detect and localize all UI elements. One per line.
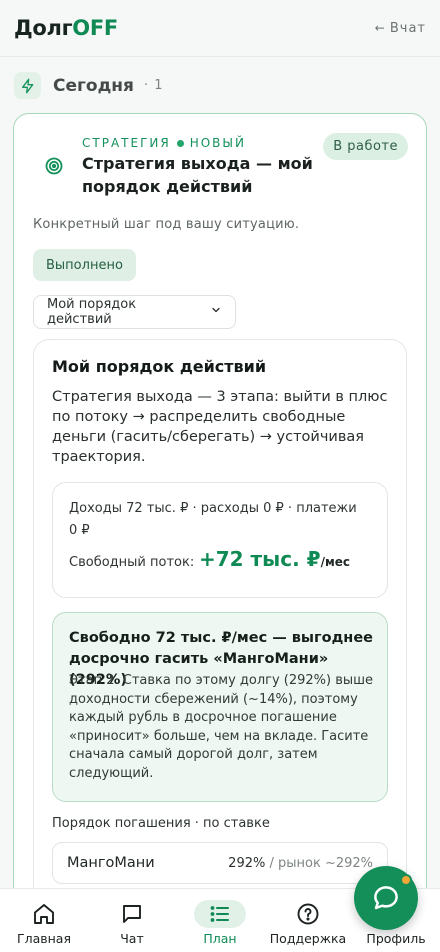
flow-summary-text: Доходы 72 тыс. ₽ · расходы 0 ₽ · платежи… — [69, 501, 357, 538]
market-rate: / рынок ~292% — [265, 855, 373, 871]
debt-row[interactable]: МангоМани 292% / рынок ~292% — [52, 842, 388, 884]
status-badge: В работе — [323, 133, 408, 160]
free-flow-amount: +72 тыс. ₽ — [199, 547, 321, 571]
chat-bubble-icon — [374, 886, 398, 910]
nav-label-plan: План — [203, 931, 237, 946]
debt-rate-value: 292% — [228, 855, 266, 871]
nav-label-chat: Чат — [120, 931, 144, 946]
action-plan-panel: Мой порядок действий Стратегия выхода — … — [33, 339, 407, 952]
list-icon — [210, 906, 229, 922]
help-icon — [297, 903, 319, 925]
nav-label-profile: Профиль — [366, 931, 426, 946]
new-dot-icon — [176, 139, 184, 147]
chevron-down-icon — [210, 304, 222, 320]
plan-lead: Стратегия выхода — 3 этапа: выйти в плюс… — [52, 389, 388, 465]
card-description: Конкретный шаг под вашу ситуацию. — [33, 217, 300, 232]
arrow-left-icon: ← — [374, 21, 386, 35]
category-label: СТРАТЕГИЯ — [82, 136, 171, 150]
free-flow-unit: /мес — [320, 555, 351, 569]
nav-item-plan[interactable]: План — [176, 889, 264, 952]
section-title: Сегодня — [53, 75, 134, 96]
chat-icon — [123, 905, 141, 923]
card-kicker: СТРАТЕГИЯ НОВЫЙ — [82, 136, 246, 150]
lightning-icon — [14, 72, 41, 99]
app-logo[interactable]: ДолгOFF — [14, 16, 118, 40]
app-header: ДолгOFF ← Вчат — [0, 0, 440, 56]
nav-item-chat[interactable]: Чат — [88, 889, 176, 952]
payoff-order-title: Порядок погашения · по ставке — [52, 816, 270, 831]
back-to-chat-link[interactable]: ← Вчат — [375, 21, 426, 36]
mark-done-button[interactable]: Выполнено — [33, 249, 136, 281]
plan-dropdown[interactable]: Мой порядок действий — [33, 295, 236, 329]
notification-dot — [400, 874, 412, 886]
nav-label-support: Поддержка — [269, 931, 347, 946]
nav-label-home: Главная — [17, 931, 71, 946]
advice-box: Свободно 72 тыс. ₽/мес — выгоднее досроч… — [52, 612, 388, 802]
home-icon — [34, 904, 54, 924]
free-flow-value: +72 тыс. ₽/мес — [199, 547, 350, 571]
nav-item-home[interactable]: Главная — [0, 889, 88, 952]
target-icon — [44, 156, 64, 180]
logo-part-1: Долг — [14, 16, 73, 40]
back-to-chat-label: Вчат — [389, 20, 426, 36]
advice-text: Этап 2. Ставка по этому долгу (292%) выш… — [69, 673, 374, 781]
logo-part-2: OFF — [72, 16, 118, 40]
plan-title: Мой порядок действий — [52, 357, 267, 376]
section-header: Сегодня · 1 — [14, 72, 164, 99]
new-label: НОВЫЙ — [189, 136, 246, 150]
free-flow-label: Свободный поток: — [69, 555, 195, 570]
section-count: · 1 — [143, 78, 164, 93]
strategy-task-card: СТРАТЕГИЯ НОВЫЙ Стратегия выхода — мой п… — [13, 113, 427, 952]
nav-item-support[interactable]: Поддержка — [264, 889, 352, 952]
debt-rate: 292% / рынок ~292% — [228, 856, 373, 871]
debt-name: МангоМани — [67, 855, 155, 871]
card-title: Стратегия выхода — мой порядок действий — [82, 154, 313, 196]
plan-dropdown-label: Мой порядок действий — [47, 297, 137, 327]
chat-fab-button[interactable] — [354, 866, 418, 930]
cash-flow-summary: Доходы 72 тыс. ₽ · расходы 0 ₽ · платежи… — [52, 482, 388, 598]
header-divider — [0, 56, 440, 57]
